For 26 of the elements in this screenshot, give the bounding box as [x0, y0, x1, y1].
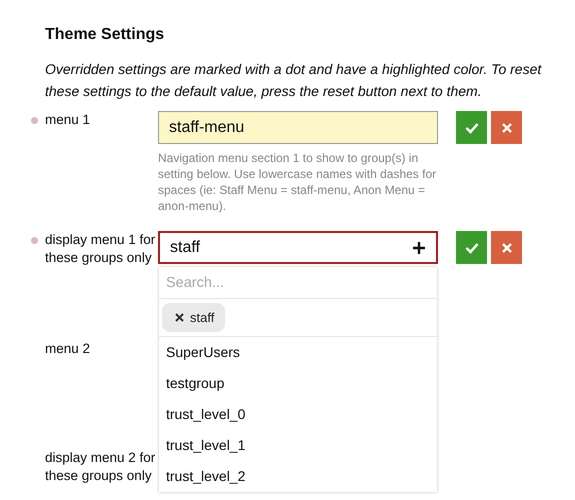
- dropdown-option[interactable]: testgroup: [159, 368, 437, 399]
- group-select[interactable]: staff: [158, 231, 438, 264]
- search-field[interactable]: Search...: [159, 267, 437, 299]
- setting-label: menu 1: [45, 111, 92, 129]
- text-field[interactable]: staff-menu: [158, 111, 438, 144]
- setting-label: menu 2: [45, 340, 92, 358]
- remove-icon: [175, 313, 184, 322]
- section-title: Theme Settings: [45, 26, 166, 44]
- plus-icon: [412, 240, 426, 254]
- close-icon: [502, 242, 512, 252]
- cancel-button[interactable]: [491, 231, 522, 264]
- group-chip[interactable]: staff: [162, 303, 226, 332]
- dropdown-option[interactable]: trust_level_2: [159, 461, 437, 492]
- description-text: Overridden settings are marked with a dot and have a highlighted color. To reset these settings to the default value, press the reset button next to them.: [45, 60, 543, 101]
- dropdown-option[interactable]: SuperUsers: [159, 337, 437, 368]
- dropdown-option[interactable]: trust_level_1: [159, 430, 437, 461]
- close-icon: [502, 122, 512, 132]
- save-button[interactable]: [456, 111, 487, 144]
- cancel-button[interactable]: [491, 111, 522, 144]
- setting-label: display menu 2 for these groups only: [45, 449, 156, 485]
- dropdown-option[interactable]: trust_level_0: [159, 399, 437, 430]
- setting-label: display menu 1 for these groups only: [45, 231, 156, 267]
- help-text: Navigation menu section 1 to show to group(s) in setting below. Use lowercase names with dashes for spaces (ie: Staff Menu = staff-menu, Anon Menu = anon-menu).: [158, 150, 438, 214]
- check-icon: [464, 242, 478, 254]
- check-icon: [464, 122, 478, 134]
- save-button[interactable]: [456, 231, 487, 264]
